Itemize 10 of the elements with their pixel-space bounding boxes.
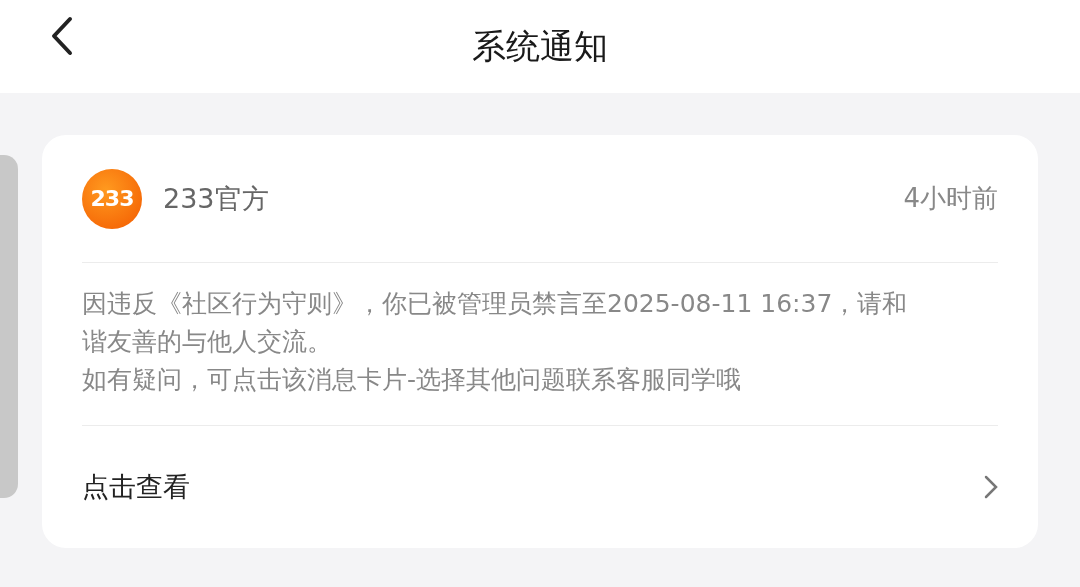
- notification-time: 4小时前: [903, 182, 998, 215]
- sender-logo: 233: [82, 168, 142, 229]
- back-icon: [50, 16, 74, 56]
- notification-card[interactable]: 233 233官方 4小时前 因违反《社区行为守则》，你已被管理员禁言至2025-08-11 16:37，请和谐友善的与他人交流。 如有疑问，可点击该消息卡片-选择其他问题联系客服同学哦 点击查看: [42, 135, 1038, 548]
- message-text: 如有疑问，可点击该消息卡片-选择其他问题联系客服同学哦: [82, 364, 743, 396]
- sender-name: 233官方: [163, 181, 269, 216]
- page-title: 系统通知: [472, 24, 608, 68]
- message-text: 因违反《社区行为守则》，你已被管理员禁言至2025-08-11 16:37，请和谐友善的与他人交流。: [82, 288, 909, 358]
- chevron-right-icon: [984, 475, 998, 499]
- view-link[interactable]: 点击查看: [82, 469, 190, 505]
